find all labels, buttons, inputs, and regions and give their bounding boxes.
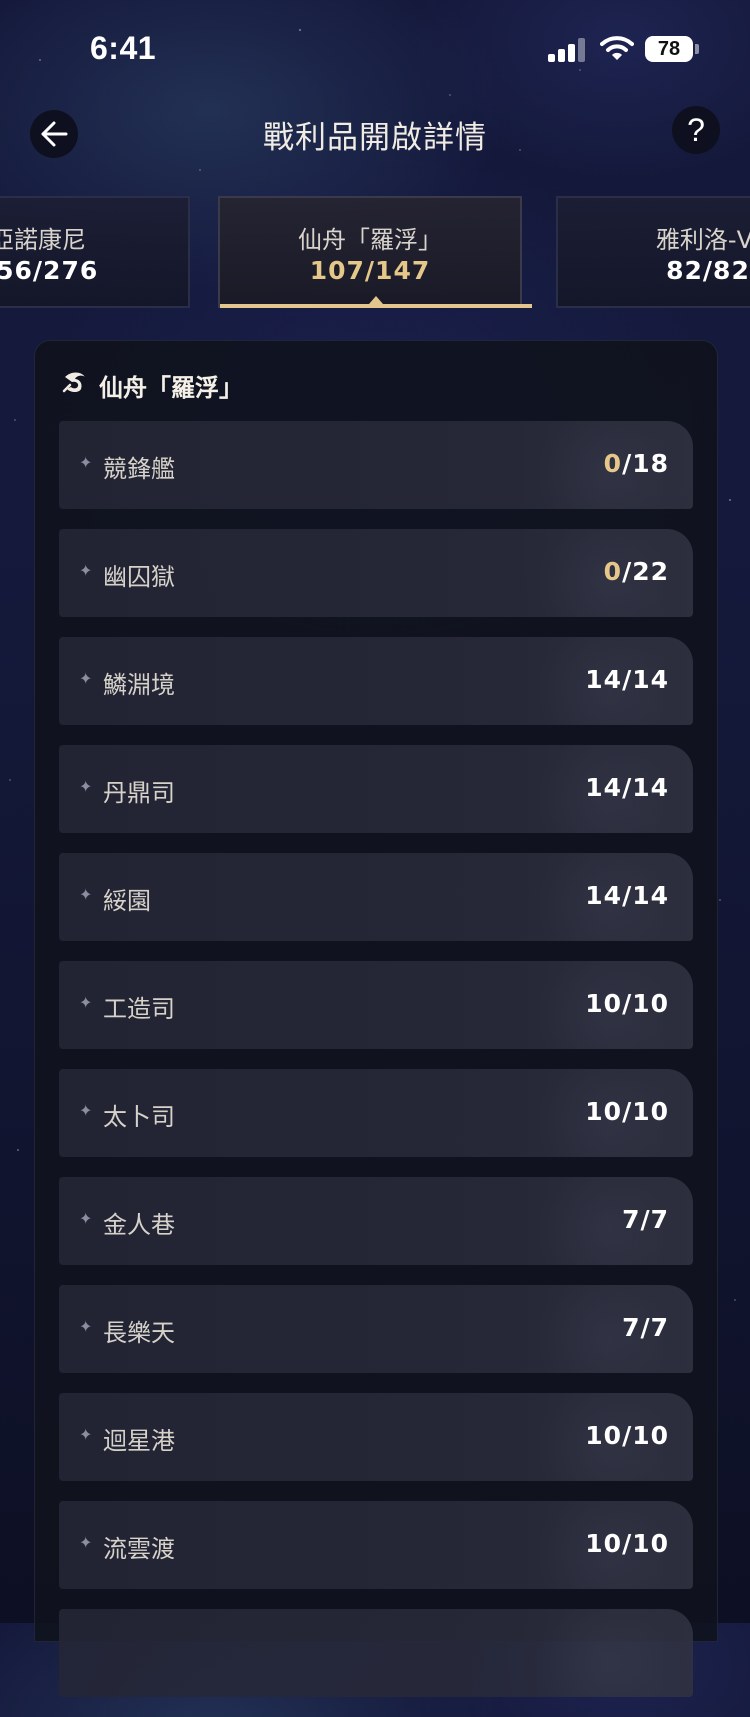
- opened-count: 14: [585, 665, 623, 694]
- tab-jarilo-vi[interactable]: 雅利洛-VI 82/82: [556, 196, 750, 308]
- active-tab-caret-icon: [369, 296, 383, 304]
- opened-count: 10: [585, 1421, 623, 1450]
- nav-bar: 戰利品開啟詳情 ?: [0, 100, 750, 170]
- list-item[interactable]: ✦ 鱗淵境 14/14: [59, 637, 693, 725]
- sparkle-icon: ✦: [79, 1209, 93, 1228]
- total-count: /18: [622, 449, 669, 478]
- area-name: 工造司: [103, 995, 175, 1023]
- total-count: /22: [622, 557, 669, 586]
- list-item[interactable]: ✦ 流雲渡 10/10: [59, 1501, 693, 1589]
- sparkle-icon: ✦: [79, 885, 93, 904]
- opened-count: 7: [622, 1205, 641, 1234]
- list-item[interactable]: ✦ 綏園 14/14: [59, 853, 693, 941]
- area-name: 幽囚獄: [103, 563, 175, 591]
- area-name: 鱗淵境: [103, 671, 175, 699]
- chest-count: 14/14: [585, 881, 669, 910]
- region-tabs: 亞諾康尼 256/276 仙舟「羅浮」 107/147 雅利洛-VI 82/82: [0, 196, 750, 312]
- opened-count: 10: [585, 1097, 623, 1126]
- sparkle-icon: ✦: [79, 1425, 93, 1444]
- total-count: /7: [640, 1313, 669, 1342]
- tab-penacony[interactable]: 亞諾康尼 256/276: [0, 196, 190, 308]
- total-count: /14: [622, 881, 669, 910]
- sparkle-icon: ✦: [79, 1317, 93, 1336]
- list-item[interactable]: ✦ 丹鼎司 14/14: [59, 745, 693, 833]
- chest-count: 0/22: [604, 557, 669, 586]
- tab-name: 雅利洛-VI: [655, 226, 750, 254]
- total-count: /14: [622, 665, 669, 694]
- area-list: ✦ 競鋒艦 0/18 ✦ 幽囚獄 0/22 ✦ 鱗淵境 14/14 ✦ 丹鼎司 …: [59, 421, 693, 1717]
- tab-count: 256/276: [0, 256, 99, 285]
- chest-count: 14/14: [585, 665, 669, 694]
- total-count: /10: [622, 989, 669, 1018]
- list-item[interactable]: ✦ 太卜司 10/10: [59, 1069, 693, 1157]
- sparkle-icon: ✦: [79, 1101, 93, 1120]
- tab-xianzhou-luofu[interactable]: 仙舟「羅浮」 107/147: [218, 196, 522, 308]
- total-count: /10: [622, 1097, 669, 1126]
- area-name: 流雲渡: [103, 1535, 175, 1563]
- chest-count: 10/10: [585, 1529, 669, 1558]
- opened-count: 10: [585, 989, 623, 1018]
- opened-count: 7: [622, 1313, 641, 1342]
- opened-count: 0: [603, 557, 623, 586]
- chest-count: 10/10: [585, 1421, 669, 1450]
- chest-count: 7/7: [622, 1205, 669, 1234]
- chest-count: 14/14: [585, 773, 669, 802]
- page-title: 戰利品開啟詳情: [263, 120, 487, 156]
- tab-count: 82/82: [666, 256, 750, 285]
- total-count: /7: [640, 1205, 669, 1234]
- sparkle-icon: ✦: [79, 453, 93, 472]
- sparkle-icon: ✦: [79, 1533, 93, 1552]
- total-count: /14: [622, 773, 669, 802]
- panel-title: 仙舟「羅浮」: [99, 374, 243, 402]
- help-button[interactable]: ?: [672, 106, 720, 154]
- area-name: 迴星港: [103, 1427, 175, 1455]
- sparkle-icon: ✦: [79, 993, 93, 1012]
- opened-count: 14: [585, 773, 623, 802]
- battery-cap: [695, 44, 699, 54]
- tab-name: 亞諾康尼: [0, 226, 86, 254]
- opened-count: 10: [585, 1529, 623, 1558]
- status-time: 6:41: [90, 30, 157, 66]
- list-item[interactable]: ✦ 長樂天 7/7: [59, 1285, 693, 1373]
- opened-count: 14: [585, 881, 623, 910]
- area-name: 金人巷: [103, 1211, 175, 1239]
- area-name: 丹鼎司: [103, 779, 175, 807]
- list-item[interactable]: ✦ 競鋒艦 0/18: [59, 421, 693, 509]
- chest-count: 10/10: [585, 989, 669, 1018]
- list-item-partial[interactable]: [59, 1609, 693, 1697]
- list-item[interactable]: ✦ 迴星港 10/10: [59, 1393, 693, 1481]
- total-count: /10: [622, 1529, 669, 1558]
- list-item[interactable]: ✦ 幽囚獄 0/22: [59, 529, 693, 617]
- area-name: 競鋒艦: [103, 455, 175, 483]
- status-bar: 6:41 78: [0, 0, 750, 100]
- xianzhou-emblem-icon: [62, 372, 85, 393]
- active-tab-underline: [220, 304, 532, 308]
- chest-count: 7/7: [622, 1313, 669, 1342]
- sparkle-icon: ✦: [79, 561, 93, 580]
- cellular-signal-icon: [548, 38, 586, 62]
- tab-name: 仙舟「羅浮」: [298, 226, 442, 254]
- list-item[interactable]: ✦ 工造司 10/10: [59, 961, 693, 1049]
- opened-count: 0: [603, 449, 623, 478]
- wifi-icon: [600, 36, 634, 60]
- sparkle-icon: ✦: [79, 669, 93, 688]
- area-name: 長樂天: [103, 1319, 175, 1347]
- chest-count: 0/18: [604, 449, 669, 478]
- chest-count: 10/10: [585, 1097, 669, 1126]
- battery-indicator: 78: [645, 36, 693, 62]
- list-item[interactable]: ✦ 金人巷 7/7: [59, 1177, 693, 1265]
- sparkle-icon: ✦: [79, 777, 93, 796]
- area-name: 太卜司: [103, 1103, 175, 1131]
- total-count: /10: [622, 1421, 669, 1450]
- tab-count: 107/147: [309, 256, 431, 285]
- treasure-panel: 仙舟「羅浮」 ✦ 競鋒艦 0/18 ✦ 幽囚獄 0/22 ✦ 鱗淵境 14/14…: [34, 340, 718, 1697]
- area-name: 綏園: [103, 887, 151, 915]
